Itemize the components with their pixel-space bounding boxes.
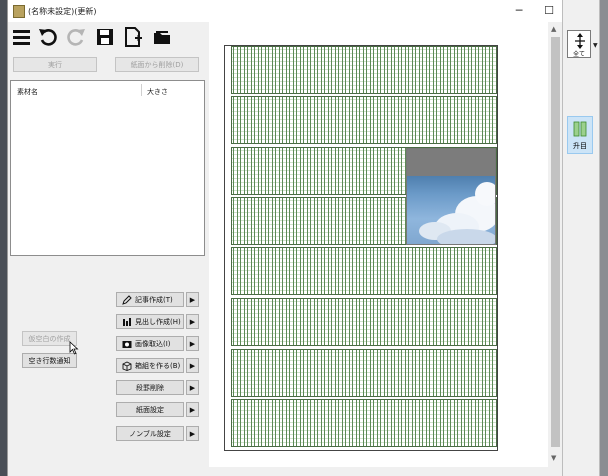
import-image-menu-arrow[interactable]: ▶ xyxy=(186,336,199,351)
pencil-icon xyxy=(122,295,132,305)
move-arrows-icon xyxy=(575,33,585,49)
material-list[interactable]: 素材名 大きさ xyxy=(10,80,205,256)
vertical-scrollbar[interactable]: ▲ ▼ xyxy=(548,22,563,467)
toolbar xyxy=(8,22,208,50)
placed-image[interactable] xyxy=(406,148,496,245)
execute-button[interactable]: 実行 xyxy=(13,57,97,72)
column-grid-tool-button[interactable]: 升目 xyxy=(567,116,593,154)
move-all-button[interactable]: 全て xyxy=(567,30,591,58)
move-all-dropdown-arrow-icon[interactable]: ▼ xyxy=(593,42,598,49)
column-divider[interactable] xyxy=(141,84,142,96)
import-image-button[interactable]: 画像取込(I) xyxy=(116,336,184,351)
move-all-label: 全て xyxy=(572,51,585,58)
column-grid-icon xyxy=(573,121,587,137)
blank-line-notify-button[interactable]: 空き行数通知 xyxy=(22,353,77,368)
new-document-icon[interactable] xyxy=(122,26,144,48)
menu-icon[interactable] xyxy=(11,26,33,48)
column-grid-row[interactable] xyxy=(231,349,497,397)
page-number-settings-menu-arrow[interactable]: ▶ xyxy=(186,426,199,441)
create-box-button[interactable]: 箱組を作る(B) xyxy=(116,358,184,373)
scroll-up-arrow-icon[interactable]: ▲ xyxy=(551,25,556,33)
delete-column-rule-menu-arrow[interactable]: ▶ xyxy=(186,380,199,395)
save-icon[interactable] xyxy=(94,26,116,48)
column-header-size[interactable]: 大きさ xyxy=(147,87,168,97)
delete-column-rule-button[interactable]: 段罫削除 xyxy=(116,380,184,395)
side-panel: 全て ▼ 升目 xyxy=(562,0,600,476)
remove-from-page-button[interactable]: 紙面から削除(D) xyxy=(115,57,199,72)
create-article-button[interactable]: 記事作成(T) xyxy=(116,292,184,307)
column-grid-label: 升目 xyxy=(573,142,587,150)
column-grid-row[interactable] xyxy=(231,96,497,144)
create-article-label: 記事作成(T) xyxy=(135,296,173,304)
undo-icon[interactable] xyxy=(37,26,59,48)
create-article-menu-arrow[interactable]: ▶ xyxy=(186,292,199,307)
create-headline-button[interactable]: 見出し作成(H) xyxy=(116,314,184,329)
column-grid-row[interactable] xyxy=(231,399,497,447)
create-box-label: 箱組を作る(B) xyxy=(135,362,181,370)
column-grid-row[interactable] xyxy=(231,247,497,295)
column-header-material-name[interactable]: 素材名 xyxy=(17,87,38,97)
app-icon xyxy=(13,5,25,18)
page-number-settings-button[interactable]: ノンブル設定 xyxy=(116,426,184,441)
mouse-cursor-icon xyxy=(69,341,79,355)
headline-icon xyxy=(123,318,131,326)
box-icon xyxy=(122,361,132,371)
create-headline-menu-arrow[interactable]: ▶ xyxy=(186,314,199,329)
page-settings-button[interactable]: 紙面設定 xyxy=(116,402,184,417)
window-title: (名称未設定)(更新) xyxy=(28,7,97,16)
cloud-photo-icon xyxy=(419,182,495,244)
open-folder-icon[interactable] xyxy=(151,26,173,48)
scrollbar-thumb[interactable] xyxy=(551,37,560,447)
import-image-label: 画像取込(I) xyxy=(135,340,171,348)
column-grid-row[interactable] xyxy=(231,46,497,94)
page-settings-menu-arrow[interactable]: ▶ xyxy=(186,402,199,417)
maximize-button[interactable]: ☐ xyxy=(534,0,564,22)
create-headline-label: 見出し作成(H) xyxy=(135,318,181,326)
camera-icon xyxy=(122,341,132,348)
create-box-menu-arrow[interactable]: ▶ xyxy=(186,358,199,373)
desktop-background-right xyxy=(600,0,608,476)
redo-icon xyxy=(65,26,87,48)
scroll-down-arrow-icon[interactable]: ▼ xyxy=(551,454,556,462)
minimize-button[interactable]: ─ xyxy=(504,0,534,22)
title-bar: (名称未設定)(更新) ─ ☐ ✕ xyxy=(8,0,584,22)
column-grid-row[interactable] xyxy=(231,298,497,346)
